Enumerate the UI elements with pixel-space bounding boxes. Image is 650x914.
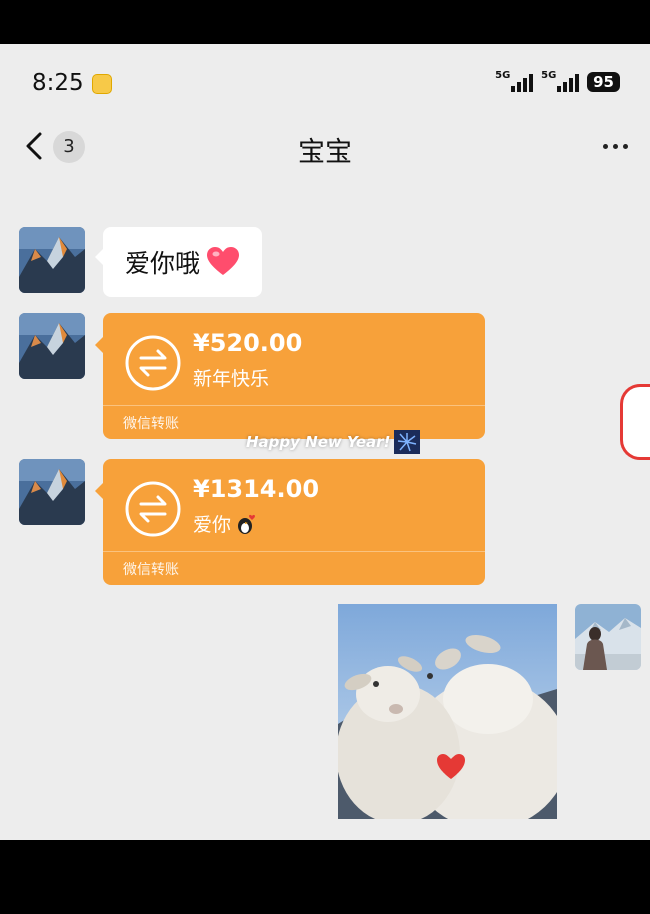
- more-dots-icon[interactable]: [603, 144, 628, 149]
- transfer-label: 微信转账: [123, 416, 179, 432]
- transfer-label: 微信转账: [123, 562, 179, 578]
- goats-photo: [338, 604, 557, 819]
- notification-app-icon: [92, 74, 112, 94]
- transfer-icon: [125, 335, 181, 391]
- battery-indicator: 95: [587, 72, 620, 92]
- contact-avatar[interactable]: [19, 313, 85, 379]
- signal-icon: 5G: [495, 70, 534, 92]
- transfer-amount: ¥520.00: [193, 329, 303, 357]
- divider: [103, 405, 485, 406]
- chat-screen: 8:25 5G 5G 95 3 宝宝 爱你哦 ¥520.00 新年快乐 微信转账…: [0, 44, 650, 840]
- transfer-card[interactable]: ¥520.00 新年快乐 微信转账: [95, 313, 485, 439]
- heart-icon: [207, 247, 240, 275]
- status-indicators: 5G 5G 95: [495, 70, 620, 92]
- chat-title: 宝宝: [298, 137, 352, 168]
- image-message[interactable]: [338, 604, 557, 819]
- my-avatar[interactable]: [575, 604, 641, 670]
- contact-avatar[interactable]: [19, 227, 85, 293]
- transfer-note: 爱你: [193, 510, 257, 537]
- signal-icon: 5G: [541, 70, 580, 92]
- floating-widget-icon[interactable]: [620, 384, 650, 460]
- contact-avatar[interactable]: [19, 459, 85, 525]
- status-time: 8:25: [32, 70, 84, 96]
- fireworks-icon: [394, 430, 421, 454]
- transfer-icon: [125, 481, 181, 537]
- transfer-note: 新年快乐: [193, 368, 270, 390]
- text-message-bubble[interactable]: 爱你哦: [94, 227, 263, 297]
- transfer-amount: ¥1314.00: [193, 475, 320, 503]
- message-text: 爱你哦: [125, 249, 201, 278]
- divider: [103, 551, 485, 552]
- penguin-emoji-icon: [238, 514, 255, 534]
- transfer-card[interactable]: ¥1314.00 爱你 微信转账: [95, 459, 485, 585]
- overlay-caption: Happy New Year!: [246, 430, 421, 454]
